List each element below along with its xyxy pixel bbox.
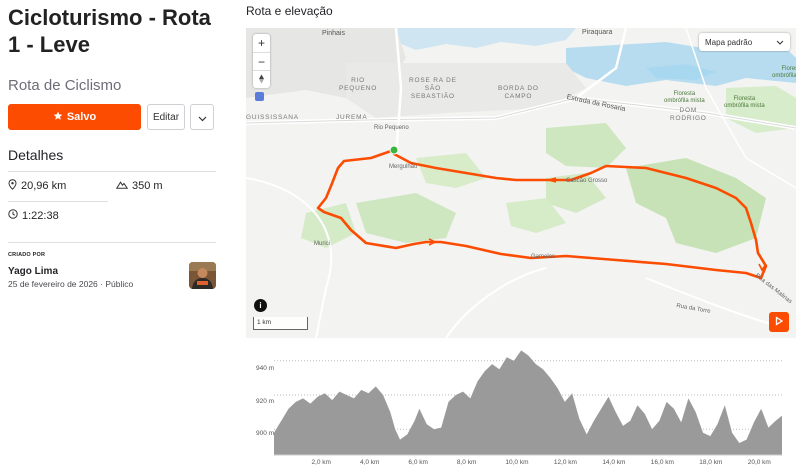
route-actions: Salvo Editar bbox=[8, 104, 216, 130]
chevron-down-icon bbox=[198, 110, 207, 125]
star-icon bbox=[53, 111, 63, 124]
x-tick-label: 12,0 km bbox=[553, 459, 577, 466]
map-label-merguhao: Mergulhão bbox=[389, 164, 418, 170]
chevron-down-icon bbox=[776, 38, 784, 47]
map-scale: 1 km bbox=[253, 317, 308, 330]
map-label-pinhais: Pinhais bbox=[322, 30, 345, 37]
creator-block: Yago Lima 25 de fevereiro de 2026 · Públ… bbox=[8, 262, 216, 289]
x-tick-label: 4,0 km bbox=[359, 459, 380, 466]
map-label-piraquara: Piraquara bbox=[582, 29, 613, 36]
route-map[interactable]: Pinhais Piraquara RIO PEQUENO ROSE RA DE… bbox=[246, 28, 796, 338]
creator-meta: 25 de fevereiro de 2026 · Público bbox=[8, 279, 133, 289]
route-type: Rota de Ciclismo bbox=[8, 77, 122, 94]
map-section-title: Rota e elevação bbox=[246, 4, 333, 18]
stats-row: 20,96 km 350 m bbox=[8, 171, 216, 199]
map-label-rio-pequeno-area: RIO PEQUENO bbox=[339, 77, 378, 92]
map-style-label: Mapa padrão bbox=[705, 37, 753, 47]
elevation-stat: 350 m bbox=[115, 172, 216, 199]
stats-row-time: 1:22:38 bbox=[8, 201, 108, 229]
y-tick-920: 920 m bbox=[256, 398, 275, 405]
time-value: 1:22:38 bbox=[22, 209, 59, 222]
saved-label: Salvo bbox=[66, 111, 97, 123]
x-tick-label: 14,0 km bbox=[602, 459, 626, 466]
elevation-chart[interactable]: 940 m 920 m 900 m 2,0 km 4,0 km 6,0 km 8,0 … bbox=[246, 345, 796, 469]
x-tick-label: 10,0 km bbox=[505, 459, 529, 466]
zoom-controls: + − bbox=[253, 34, 270, 88]
map-base-layer bbox=[246, 28, 796, 338]
more-options-button[interactable] bbox=[190, 104, 214, 130]
map-label-floresta-1: Floresta ombrófila mista bbox=[664, 91, 705, 104]
map-label-floresta-3: Floresta ombrófila mista bbox=[772, 66, 796, 79]
distance-value: 20,96 km bbox=[21, 179, 67, 192]
zoom-out-button[interactable]: − bbox=[253, 52, 270, 70]
map-label-gamelas: Gamelas bbox=[531, 254, 556, 260]
play-flyover-button[interactable] bbox=[769, 312, 789, 332]
edit-button[interactable]: Editar bbox=[147, 104, 185, 130]
elevation-plot bbox=[274, 350, 782, 456]
creator-info: Yago Lima 25 de fevereiro de 2026 · Públ… bbox=[8, 266, 133, 289]
y-tick-940: 940 m bbox=[256, 365, 275, 372]
map-label-borda-campo: BORDA DO CAMPO bbox=[498, 85, 539, 100]
time-stat: 1:22:38 bbox=[8, 202, 108, 229]
x-tick-label: 8,0 km bbox=[456, 459, 477, 466]
created-date: 25 de fevereiro de 2026 bbox=[8, 279, 98, 289]
x-tick-label: 2,0 km bbox=[311, 459, 331, 466]
map-label-jurema: JUREMA bbox=[336, 114, 368, 121]
map-label-bairro: ROSE RA DE SÃO SEBASTIÃO bbox=[409, 77, 457, 100]
compass-icon bbox=[258, 73, 265, 87]
zoom-in-button[interactable]: + bbox=[253, 34, 270, 52]
saved-button[interactable]: Salvo bbox=[8, 104, 141, 130]
map-label-cascao-grosso: Cascão Grosso bbox=[566, 178, 608, 184]
x-tick-label: 18,0 km bbox=[699, 459, 723, 466]
info-button[interactable]: i bbox=[254, 299, 267, 312]
clock-icon bbox=[8, 209, 18, 222]
location-pin-icon bbox=[8, 178, 17, 193]
created-by-label: CRIADO POR bbox=[8, 252, 46, 258]
compass-button[interactable] bbox=[253, 70, 270, 88]
creator-name[interactable]: Yago Lima bbox=[8, 266, 133, 277]
elevation-value: 350 m bbox=[132, 179, 163, 192]
route-title: Cicloturismo - Rota 1 - Leve bbox=[8, 5, 211, 57]
map-style-select[interactable]: Mapa padrão bbox=[699, 33, 790, 51]
y-tick-900: 900 m bbox=[256, 430, 275, 437]
x-tick-label: 16,0 km bbox=[650, 459, 674, 466]
distance-stat: 20,96 km bbox=[8, 172, 108, 199]
divider bbox=[8, 242, 216, 243]
details-heading: Detalhes bbox=[8, 147, 64, 163]
x-tick-label: 6,0 km bbox=[408, 459, 428, 466]
map-label-dom-rodrigo: DOM RODRIGO bbox=[670, 107, 707, 122]
play-icon bbox=[774, 313, 784, 331]
mountain-icon bbox=[115, 180, 129, 192]
visibility: Público bbox=[105, 279, 134, 289]
route-sidebar: Cicloturismo - Rota 1 - Leve Rota de Cic… bbox=[8, 0, 216, 289]
layers-icon[interactable] bbox=[255, 92, 264, 101]
map-label-rio-pequeno: Rio Pequeno bbox=[374, 125, 409, 131]
map-label-murici: Murici bbox=[314, 241, 330, 247]
map-label-floresta-2: Floresta ombrófila mista bbox=[724, 96, 765, 109]
x-tick-label: 20,0 km bbox=[747, 459, 771, 466]
elevation-area bbox=[274, 350, 782, 455]
map-label-guississana: GUISSISSANA bbox=[246, 114, 299, 121]
avatar[interactable] bbox=[189, 262, 216, 289]
